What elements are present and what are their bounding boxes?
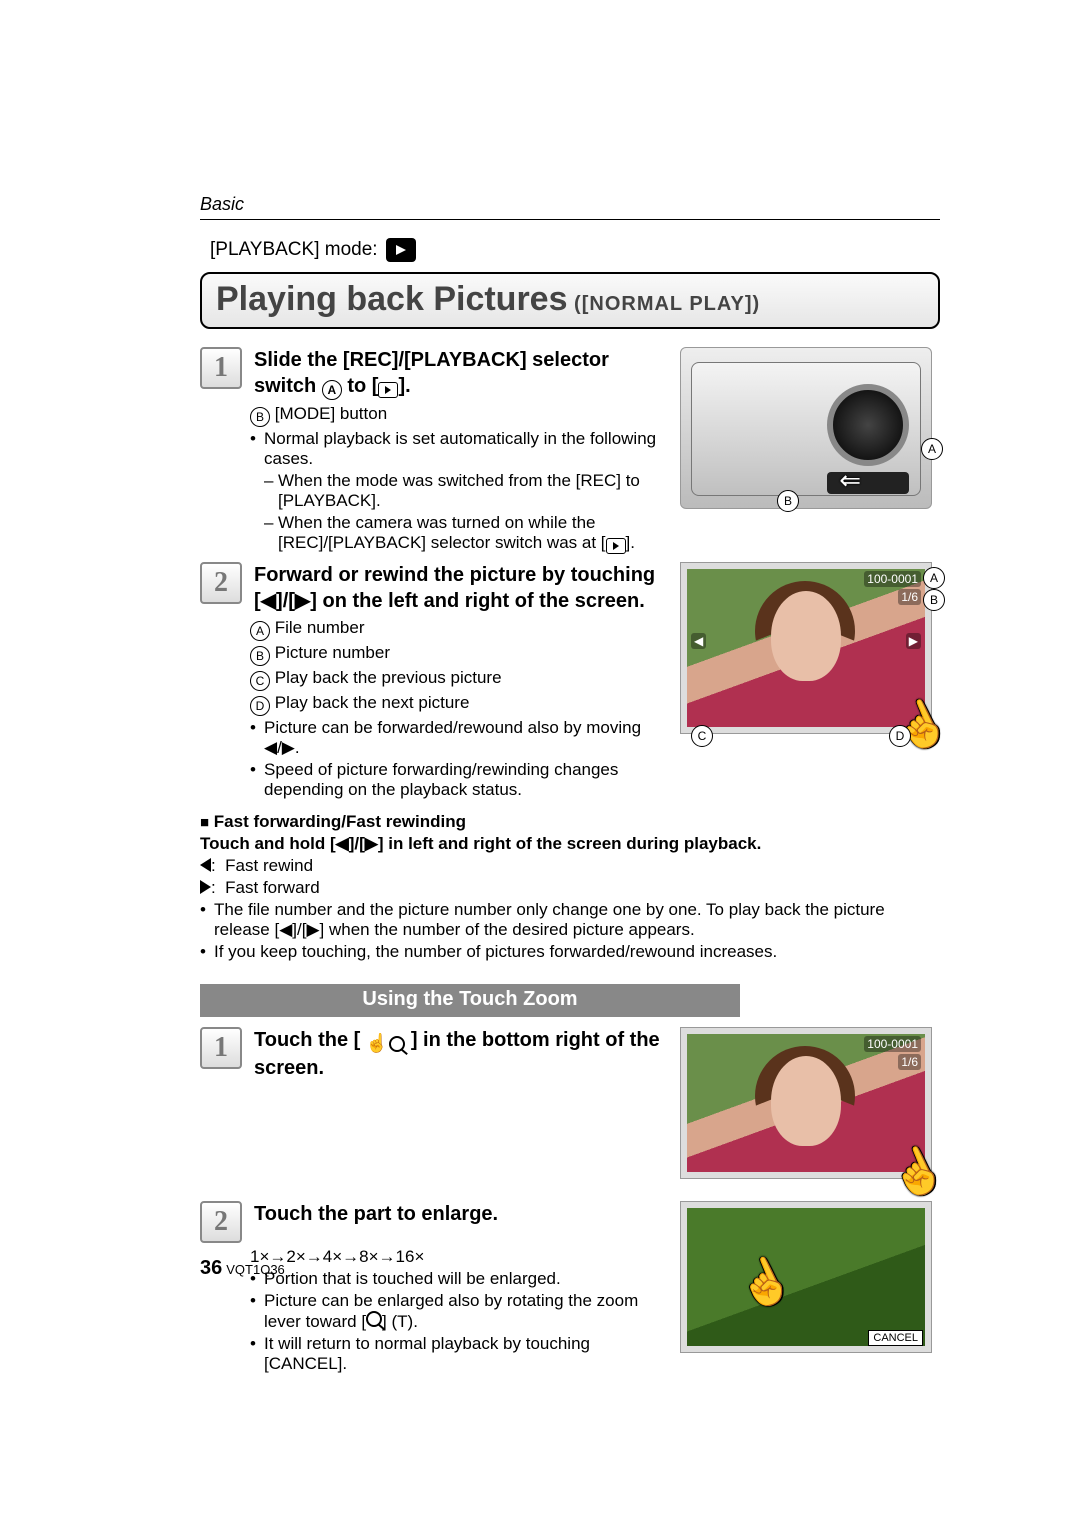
step1-dash-2b: ]. — [626, 533, 635, 552]
callout-c2-icon: C — [250, 671, 270, 691]
tz1-text-a: Touch the [ — [254, 1029, 366, 1051]
right-triangle-icon — [200, 880, 211, 894]
illus2-callout-c: C — [691, 725, 713, 747]
tz-step-2-heading: Touch the part to enlarge. — [254, 1201, 498, 1243]
zoom-sequence: 1×→2×→4×→8×→16× — [250, 1247, 660, 1267]
touch-zoom-illustration-1: 100-0001 1/6 ☝ — [680, 1027, 932, 1179]
picture-count-overlay: 1/6 — [898, 1054, 921, 1070]
tz2-b2a: Picture can be enlarged also by rotating… — [264, 1291, 638, 1331]
next-arrow-icon: ▶ — [906, 633, 921, 649]
legend-b2-text: Picture number — [275, 643, 390, 662]
tz-step-1-badge: 1 — [200, 1027, 242, 1069]
step2-bullet-2: Speed of picture forwarding/rewinding ch… — [250, 760, 660, 800]
ff-title: Fast forwarding/Fast rewinding — [214, 812, 466, 831]
finger-icon: ☝ — [366, 1032, 388, 1055]
legend-a2: A File number — [250, 618, 660, 641]
step2-bullet-1: Picture can be forwarded/rewound also by… — [250, 718, 660, 758]
illus-callout-b: B — [777, 490, 799, 512]
illus2-callout-d: D — [889, 725, 911, 747]
title-main: Playing back Pictures — [216, 280, 568, 318]
touch-zoom-illustration-2: ☝ CANCEL — [680, 1201, 932, 1353]
cancel-button-label: CANCEL — [868, 1330, 923, 1346]
fast-rewind-text: Fast rewind — [225, 856, 313, 875]
callout-d2-icon: D — [250, 696, 270, 716]
tz-step-1-heading: Touch the [ ☝ ] in the bottom right of t… — [254, 1027, 660, 1081]
legend-c2-text: Play back the previous picture — [275, 668, 502, 687]
divider — [200, 219, 940, 220]
step1-text-c: ]. — [398, 375, 410, 397]
step-2-badge: 2 — [200, 562, 242, 604]
tz2-bullet-3: It will return to normal playback by tou… — [250, 1334, 660, 1374]
step1-text-a: Slide the [REC]/[PLAYBACK] selector swit… — [254, 349, 609, 397]
switch-arrow-icon: ⇐ — [839, 465, 861, 496]
illus2-callout-a: A — [923, 567, 945, 589]
step-1-badge: 1 — [200, 347, 242, 389]
legend-a2-text: File number — [275, 618, 365, 637]
camera-lens — [827, 384, 909, 466]
legend-b: B [MODE] button — [250, 404, 660, 427]
callout-b2-icon: B — [250, 646, 270, 666]
callout-a2-icon: A — [250, 621, 270, 641]
camera-illustration: ⇐ A B — [680, 347, 932, 509]
touch-zoom-icon: ☝ — [366, 1032, 405, 1055]
file-number-overlay: 100-0001 — [864, 571, 921, 587]
mode-label: [PLAYBACK] mode: — [210, 239, 378, 261]
fast-forward-text: Fast forward — [225, 878, 319, 897]
fast-forward-line: : Fast forward — [200, 878, 940, 898]
legend-d2-text: Play back the next picture — [275, 693, 470, 712]
ff-bullet-1: The file number and the picture number o… — [200, 900, 940, 940]
playback-mode-icon — [386, 238, 416, 262]
illus-callout-a: A — [921, 438, 943, 460]
square-bullet-icon: ■ — [200, 814, 209, 831]
fast-rewind-line: : Fast rewind — [200, 856, 940, 876]
step1-text-b: to [ — [342, 375, 379, 397]
callout-a-icon: A — [322, 380, 342, 400]
step1-dash-1: When the mode was switched from the [REC… — [264, 471, 660, 511]
magnifier-icon — [389, 1036, 405, 1052]
picture-count-overlay: 1/6 — [898, 589, 921, 605]
callout-b-icon: B — [250, 407, 270, 427]
step1-dash-2: When the camera was turned on while the … — [264, 513, 660, 554]
page-title: Playing back Pictures ([NORMAL PLAY]) — [200, 272, 940, 329]
section-touch-zoom: Using the Touch Zoom — [200, 984, 740, 1017]
page-footer: 36 VQT1Q36 — [200, 1257, 285, 1280]
magnifier-icon — [366, 1311, 382, 1327]
photo-face — [771, 1056, 841, 1146]
ff-bullet-2: If you keep touching, the number of pict… — [200, 942, 940, 962]
tz2-bullet-1: Portion that is touched will be enlarged… — [250, 1269, 660, 1289]
legend-b2: B Picture number — [250, 643, 660, 666]
prev-arrow-icon: ◀ — [691, 633, 706, 649]
playback-icon — [378, 382, 398, 398]
photo-face — [771, 591, 841, 681]
playback-icon — [606, 538, 626, 554]
step-1-heading: Slide the [REC]/[PLAYBACK] selector swit… — [254, 347, 660, 400]
step-2-heading: Forward or rewind the picture by touchin… — [254, 562, 660, 614]
breadcrumb: Basic — [200, 194, 940, 215]
playback-screen-illustration: 100-0001 1/6 ◀ ▶ ☝ A B C D — [680, 562, 932, 734]
doc-id: VQT1Q36 — [226, 1262, 285, 1277]
page-number: 36 — [200, 1257, 222, 1279]
tz-step-2-badge: 2 — [200, 1201, 242, 1243]
legend-d2: D Play back the next picture — [250, 693, 660, 716]
tz2-b2b: ] (T). — [382, 1312, 418, 1331]
title-sub: ([NORMAL PLAY]) — [568, 293, 761, 315]
illus2-callout-b: B — [923, 589, 945, 611]
ff-instruction: Touch and hold [◀]/[▶] in left and right… — [200, 834, 761, 853]
left-triangle-icon — [200, 858, 211, 872]
step1-bullet-1: Normal playback is set automatically in … — [250, 429, 660, 469]
step1-dash-2a: When the camera was turned on while the … — [278, 513, 606, 552]
legend-c2: C Play back the previous picture — [250, 668, 660, 691]
tz2-bullet-2: Picture can be enlarged also by rotating… — [250, 1291, 660, 1332]
legend-b-text: [MODE] button — [270, 404, 387, 423]
file-number-overlay: 100-0001 — [864, 1036, 921, 1052]
